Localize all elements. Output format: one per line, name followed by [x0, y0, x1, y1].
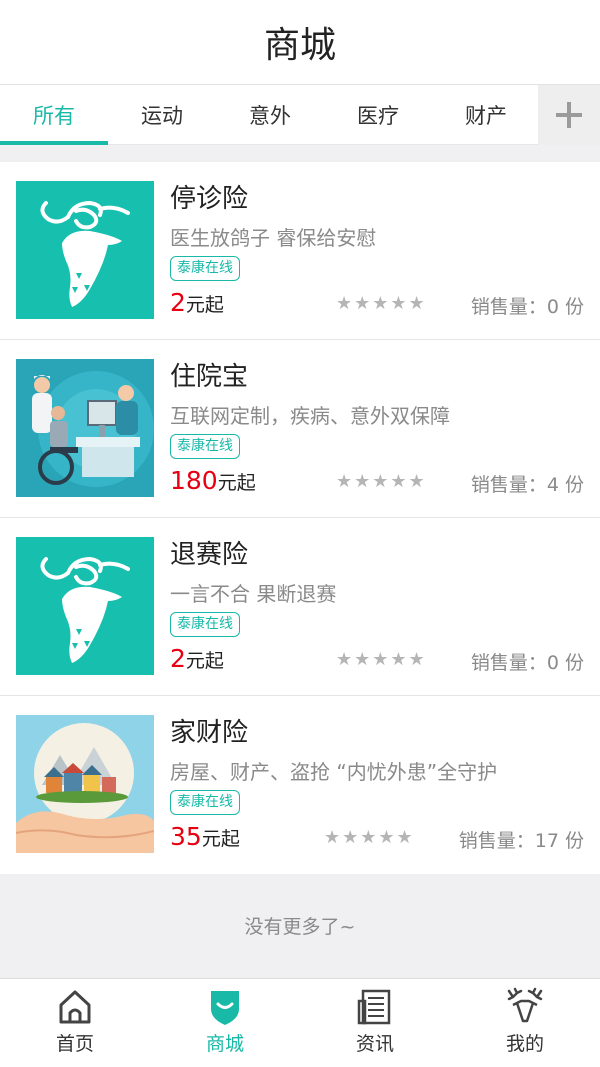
hospital-illustration-icon: [16, 359, 154, 497]
product-name: 退赛险: [170, 540, 249, 570]
nav-label: 资讯: [355, 1033, 394, 1055]
price-value: 180: [170, 466, 218, 495]
product-price: 180元起: [170, 466, 256, 495]
home-icon: [59, 990, 91, 1024]
tab-all[interactable]: 所有: [0, 85, 108, 145]
sales-label: 销售量：: [470, 296, 547, 318]
no-more-text: 没有更多了~: [244, 916, 356, 938]
bottom-nav: 首页 商城 资讯 我的: [0, 978, 600, 1067]
deer-icon: [507, 987, 543, 1023]
sales-value: 17 份: [534, 830, 584, 852]
sales-value: 4 份: [546, 474, 584, 496]
category-tabs: 所有 运动 意外 医疗 财产: [0, 85, 600, 145]
plus-icon: [556, 102, 582, 128]
price-value: 35: [170, 822, 202, 851]
sales-count: 销售量：0 份: [471, 648, 584, 675]
nav-mine[interactable]: 我的: [450, 979, 600, 1067]
nav-label: 商城: [205, 1033, 244, 1055]
news-icon: [357, 989, 391, 1025]
sales-count: 销售量：17 份: [459, 826, 584, 853]
product-item[interactable]: 退赛险 一言不合 果断退赛 泰康在线 2元起 ★★★★★ 销售量：0 份: [0, 518, 600, 696]
insurer-badge: 泰康在线: [170, 612, 240, 637]
price-value: 2: [170, 644, 186, 673]
nav-home[interactable]: 首页: [0, 979, 150, 1067]
product-desc: 房屋、财产、盗抢 “内忧外患”全守护: [170, 760, 498, 784]
rating-stars: ★★★★★: [324, 827, 415, 848]
rating-stars: ★★★★★: [336, 471, 427, 492]
app-header: 商城: [0, 0, 600, 85]
sales-label: 销售量：: [470, 652, 547, 674]
product-name: 住院宝: [170, 362, 249, 392]
insurer-badge: 泰康在线: [170, 790, 240, 815]
product-desc: 医生放鸽子 睿保给安慰: [170, 226, 377, 250]
page-title: 商城: [263, 25, 336, 66]
insurer-badge: 泰康在线: [170, 434, 240, 459]
deer-logo-icon: [16, 181, 154, 319]
rating-stars: ★★★★★: [336, 293, 427, 314]
product-price: 2元起: [170, 288, 224, 317]
sales-count: 销售量：4 份: [471, 470, 584, 497]
product-name: 家财险: [170, 718, 249, 748]
product-image: [16, 715, 154, 853]
deer-logo-icon: [16, 537, 154, 675]
sales-value: 0 份: [546, 652, 584, 674]
tab-label: 运动: [141, 104, 183, 128]
nav-news[interactable]: 资讯: [300, 979, 450, 1067]
product-desc: 一言不合 果断退赛: [170, 582, 337, 606]
price-suffix: 元起: [185, 294, 224, 316]
product-image: [16, 537, 154, 675]
tab-sports[interactable]: 运动: [108, 85, 216, 145]
product-list: 停诊险 医生放鸽子 睿保给安慰 泰康在线 2元起 ★★★★★ 销售量：0 份 住…: [0, 162, 600, 874]
product-image: [16, 359, 154, 497]
sales-label: 销售量：: [458, 830, 535, 852]
nav-mall[interactable]: 商城: [150, 979, 300, 1067]
shield-icon: [211, 991, 239, 1025]
tab-label: 意外: [249, 104, 291, 128]
product-desc: 互联网定制，疾病、意外双保障: [170, 404, 450, 428]
tab-label: 财产: [465, 104, 507, 128]
add-category-button[interactable]: [538, 85, 600, 145]
product-price: 2元起: [170, 644, 224, 673]
product-name: 停诊险: [170, 184, 249, 214]
product-item[interactable]: 家财险 房屋、财产、盗抢 “内忧外患”全守护 泰康在线 35元起 ★★★★★ 销…: [0, 696, 600, 874]
nav-label: 我的: [505, 1033, 544, 1055]
tab-property[interactable]: 财产: [432, 85, 540, 145]
insurer-badge: 泰康在线: [170, 256, 240, 281]
tab-label: 所有: [33, 104, 75, 128]
price-value: 2: [170, 288, 186, 317]
product-image: [16, 181, 154, 319]
rating-stars: ★★★★★: [336, 649, 427, 670]
price-suffix: 元起: [201, 828, 240, 850]
sales-label: 销售量：: [470, 474, 547, 496]
nav-label: 首页: [55, 1033, 94, 1055]
product-item[interactable]: 停诊险 医生放鸽子 睿保给安慰 泰康在线 2元起 ★★★★★ 销售量：0 份: [0, 162, 600, 340]
product-item[interactable]: 住院宝 互联网定制，疾病、意外双保障 泰康在线 180元起 ★★★★★ 销售量：…: [0, 340, 600, 518]
sales-count: 销售量：0 份: [471, 292, 584, 319]
product-price: 35元起: [170, 822, 240, 851]
tab-label: 医疗: [357, 104, 399, 128]
price-suffix: 元起: [217, 472, 256, 494]
price-suffix: 元起: [185, 650, 224, 672]
tab-accident[interactable]: 意外: [216, 85, 324, 145]
tab-medical[interactable]: 医疗: [324, 85, 432, 145]
sales-value: 0 份: [546, 296, 584, 318]
house-in-hand-icon: [16, 715, 154, 853]
